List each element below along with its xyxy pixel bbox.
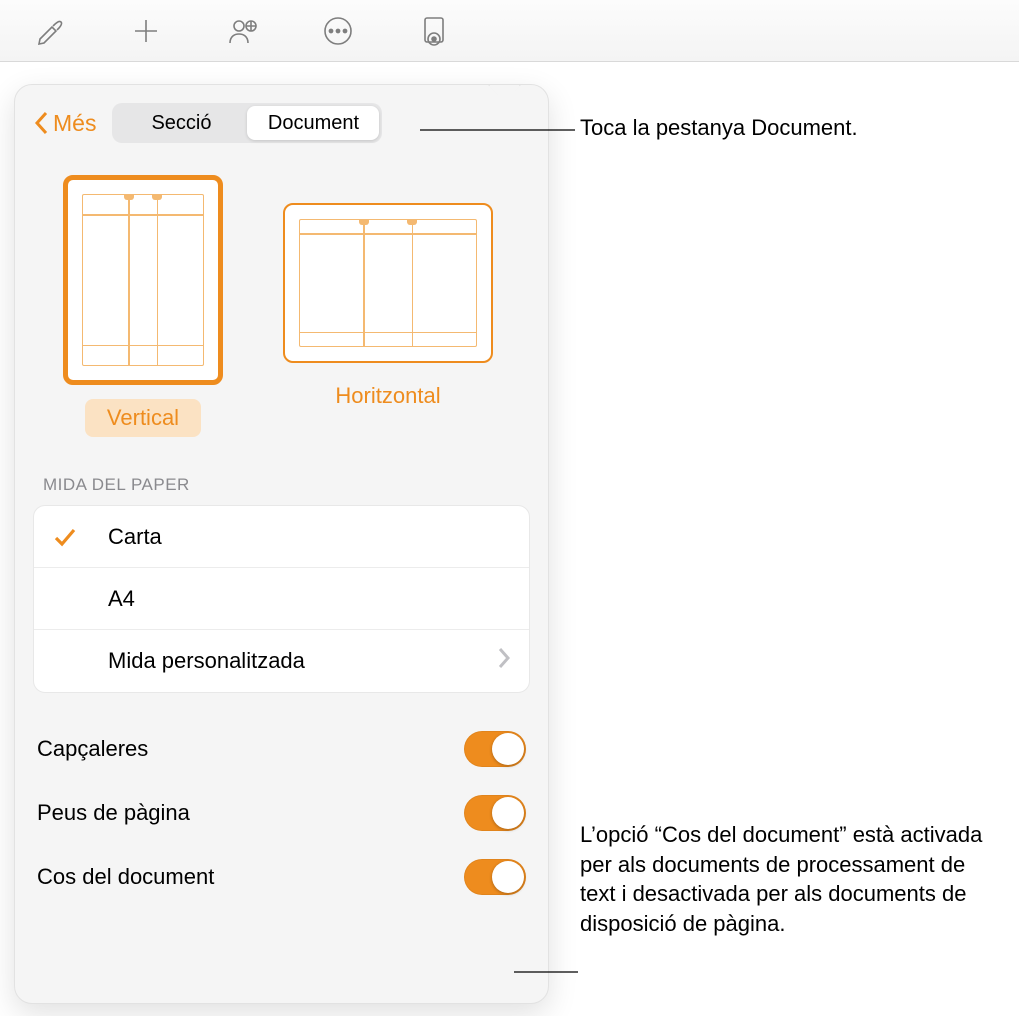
orientation-vertical[interactable]: Vertical xyxy=(63,175,223,437)
headers-switch[interactable] xyxy=(464,731,526,767)
toggle-label-footers: Peus de pàgina xyxy=(37,800,190,826)
paper-size-option-a4[interactable]: A4 xyxy=(34,568,529,630)
back-label: Més xyxy=(53,110,96,137)
toggle-row-body: Cos del document xyxy=(37,845,526,909)
callout-tab: Toca la pestanya Document. xyxy=(580,113,1000,143)
document-options-popover: Més Secció Document Vertical xyxy=(14,84,549,1004)
callout-leader-body xyxy=(514,966,580,978)
page-preview-vertical xyxy=(63,175,223,385)
tab-document[interactable]: Document xyxy=(247,106,379,140)
orientation-chooser: Vertical Horitzontal xyxy=(15,155,548,447)
more-icon[interactable] xyxy=(316,9,360,53)
toggle-label-body: Cos del document xyxy=(37,864,214,890)
checkmark-icon xyxy=(52,524,78,550)
paper-size-label: Mida personalitzada xyxy=(108,648,305,674)
chevron-left-icon xyxy=(33,110,51,136)
page-preview-horizontal xyxy=(283,203,493,363)
callout-leader-tab xyxy=(420,120,580,140)
paper-size-list: Carta A4 Mida personalitzada xyxy=(33,505,530,693)
app-toolbar xyxy=(0,0,1019,62)
document-options-icon[interactable] xyxy=(412,9,456,53)
paper-size-label: A4 xyxy=(108,586,135,612)
body-switch[interactable] xyxy=(464,859,526,895)
tab-section[interactable]: Secció xyxy=(115,106,247,140)
chevron-right-icon xyxy=(497,647,511,675)
paper-size-option-custom[interactable]: Mida personalitzada xyxy=(34,630,529,692)
orientation-horizontal-label: Horitzontal xyxy=(313,377,462,415)
footers-switch[interactable] xyxy=(464,795,526,831)
section-document-segmented: Secció Document xyxy=(112,103,382,143)
toggle-row-footers: Peus de pàgina xyxy=(37,781,526,845)
paper-size-option-carta[interactable]: Carta xyxy=(34,506,529,568)
paper-size-label: Carta xyxy=(108,524,162,550)
toggle-label-headers: Capçaleres xyxy=(37,736,148,762)
add-icon[interactable] xyxy=(124,9,168,53)
paper-size-title: MIDA DEL PAPER xyxy=(15,447,548,501)
back-button[interactable]: Més xyxy=(33,110,96,137)
toggle-row-headers: Capçaleres xyxy=(37,717,526,781)
collaborate-icon[interactable] xyxy=(220,9,264,53)
orientation-horizontal[interactable]: Horitzontal xyxy=(283,175,493,437)
orientation-vertical-label: Vertical xyxy=(85,399,201,437)
format-brush-icon[interactable] xyxy=(28,9,72,53)
document-toggles: Capçaleres Peus de pàgina Cos del docume… xyxy=(15,693,548,909)
callout-body: L’opció “Cos del document” està activada… xyxy=(580,820,1000,939)
